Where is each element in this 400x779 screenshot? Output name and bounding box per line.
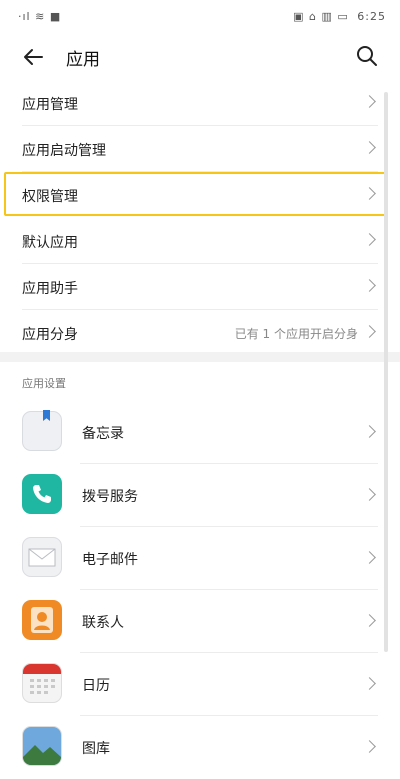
- clock: 6:25: [357, 10, 386, 23]
- scrollbar[interactable]: [384, 92, 388, 652]
- mail-icon: [22, 537, 62, 577]
- section-title: 应用设置: [22, 377, 66, 390]
- chevron-right-icon: [363, 551, 376, 564]
- chevron-right-icon: [363, 425, 376, 438]
- menu-item-label: 应用分身: [22, 327, 78, 343]
- chevron-right-icon: [363, 95, 376, 108]
- chevron-right-icon: [363, 740, 376, 753]
- menu-item-permissions[interactable]: 权限管理: [22, 172, 378, 218]
- calendar-grid-glyph: [30, 679, 55, 694]
- chevron-right-icon: [363, 233, 376, 246]
- signal-wifi-indicators: ·ıl ≋ ■: [18, 10, 62, 23]
- phone-glyph: [33, 485, 51, 503]
- status-bar: ·ıl ≋ ■ ▣ ⌂ ▥ ▭ 6:25: [0, 0, 400, 34]
- chevron-right-icon: [363, 488, 376, 501]
- menu-item-default-apps[interactable]: 默认应用: [22, 218, 378, 264]
- contacts-icon: [22, 600, 62, 640]
- gallery-icon: [22, 726, 62, 766]
- app-name: 备忘录: [82, 426, 124, 442]
- phone-icon: [22, 474, 62, 514]
- app-name: 电子邮件: [82, 552, 138, 568]
- menu-item-label: 应用启动管理: [22, 143, 106, 159]
- menu-item-app-management[interactable]: 应用管理: [22, 80, 378, 126]
- calendar-icon: [22, 663, 62, 703]
- app-item-contacts[interactable]: 联系人: [22, 590, 378, 653]
- app-item-dialer[interactable]: 拨号服务: [22, 464, 378, 527]
- app-name: 拨号服务: [82, 489, 138, 505]
- menu-item-app-twin[interactable]: 应用分身 已有 1 个应用开启分身: [22, 310, 378, 356]
- chevron-right-icon: [363, 141, 376, 154]
- arrow-left-icon: [24, 49, 43, 65]
- chevron-right-icon: [363, 325, 376, 338]
- app-item-gallery[interactable]: 图库: [22, 716, 378, 779]
- app-name: 日历: [82, 678, 110, 694]
- person-glyph: [31, 607, 53, 633]
- app-settings-list: 备忘录 拨号服务 电子邮件 联系人 日历 图库: [0, 401, 400, 779]
- app-name: 联系人: [82, 615, 124, 631]
- envelope-glyph: [28, 548, 56, 567]
- app-item-email[interactable]: 电子邮件: [22, 527, 378, 590]
- menu-item-label: 应用助手: [22, 281, 78, 297]
- status-icons: ▣ ⌂ ▥ ▭: [293, 10, 349, 23]
- app-item-calendar[interactable]: 日历: [22, 653, 378, 716]
- search-button[interactable]: [354, 43, 380, 69]
- settings-list: 应用管理 应用启动管理 权限管理 默认应用 应用助手 应用分身 已有 1 个应用…: [0, 80, 400, 356]
- landscape-glyph: [23, 745, 61, 765]
- app-name: 图库: [82, 741, 110, 757]
- app-item-memo[interactable]: 备忘录: [22, 401, 378, 464]
- menu-item-label: 默认应用: [22, 235, 78, 251]
- menu-item-status: 已有 1 个应用开启分身: [234, 327, 358, 341]
- chevron-right-icon: [363, 614, 376, 627]
- app-bar: 应用: [0, 34, 400, 80]
- menu-item-label: 权限管理: [22, 189, 78, 205]
- chevron-right-icon: [363, 677, 376, 690]
- menu-item-app-assistant[interactable]: 应用助手: [22, 264, 378, 310]
- menu-item-label: 应用管理: [22, 97, 78, 113]
- menu-item-app-launch[interactable]: 应用启动管理: [22, 126, 378, 172]
- chevron-right-icon: [363, 187, 376, 200]
- back-button[interactable]: [18, 42, 48, 72]
- page-title: 应用: [66, 50, 100, 70]
- system-status-icons: ▣ ⌂ ▥ ▭ 6:25: [293, 10, 386, 23]
- memo-icon: [22, 411, 62, 451]
- search-icon: [357, 46, 377, 66]
- section-divider: [0, 352, 400, 362]
- chevron-right-icon: [363, 279, 376, 292]
